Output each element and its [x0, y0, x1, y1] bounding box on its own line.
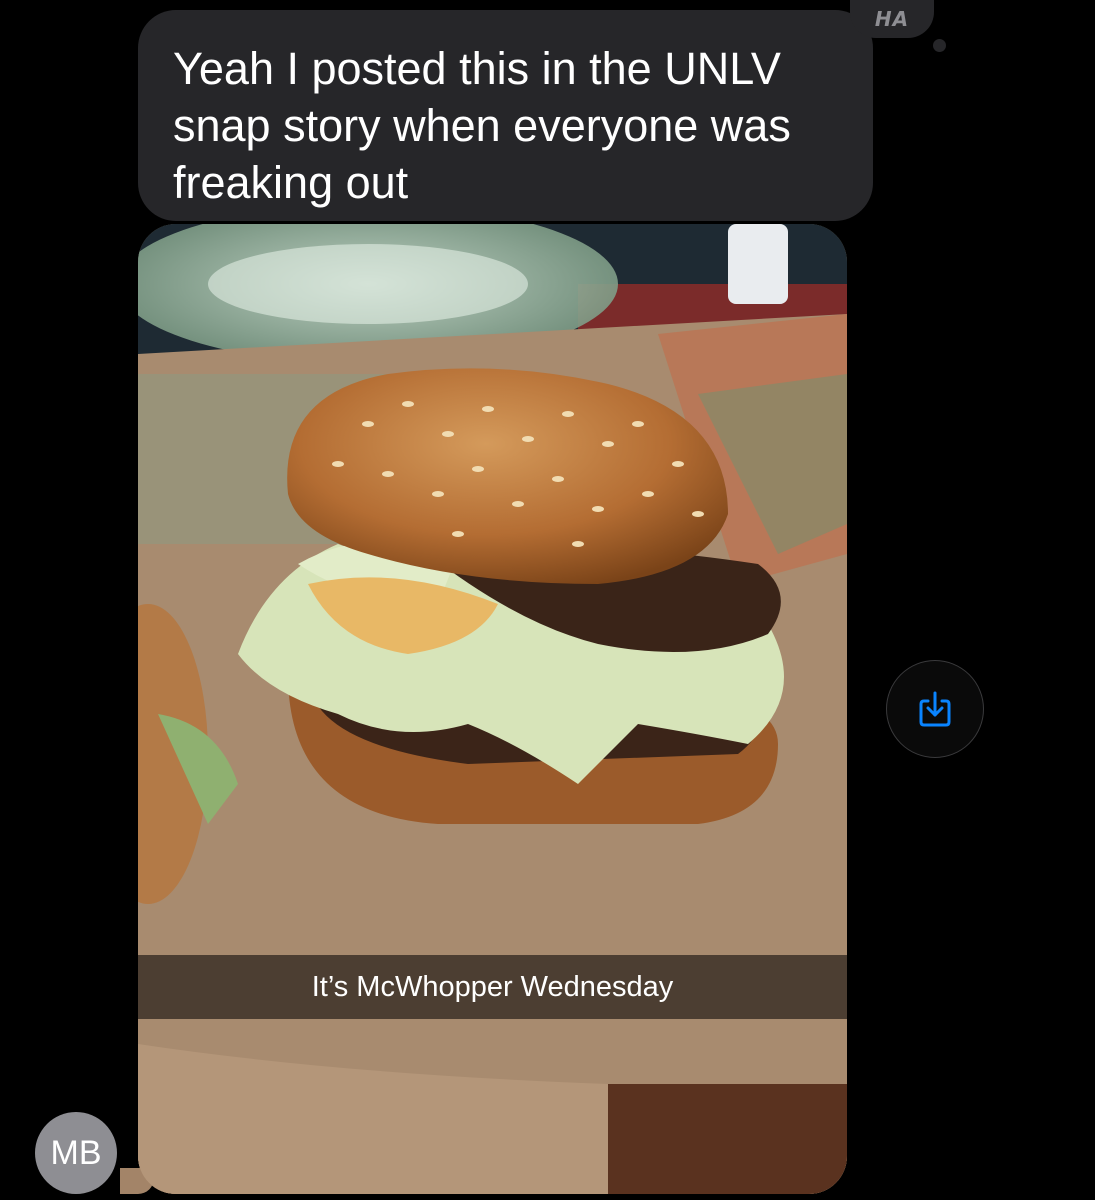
photo-attachment[interactable]: It’s McWhopper Wednesday [138, 224, 847, 1194]
message-bubble[interactable]: Yeah I posted this in the UNLV snap stor… [138, 10, 873, 221]
save-download-icon [919, 691, 951, 727]
tapback-tail [933, 39, 946, 52]
tapback-reaction[interactable]: HA [850, 0, 934, 38]
snap-caption-bar: It’s McWhopper Wednesday [138, 955, 847, 1019]
snap-caption: It’s McWhopper Wednesday [311, 970, 674, 1003]
avatar-initials: MB [50, 1133, 102, 1172]
save-button[interactable] [886, 660, 984, 758]
tapback-label: HA [874, 7, 910, 31]
avatar[interactable]: MB [35, 1112, 117, 1194]
message-text: Yeah I posted this in the UNLV snap stor… [173, 43, 791, 208]
burger-photo [138, 224, 847, 1194]
